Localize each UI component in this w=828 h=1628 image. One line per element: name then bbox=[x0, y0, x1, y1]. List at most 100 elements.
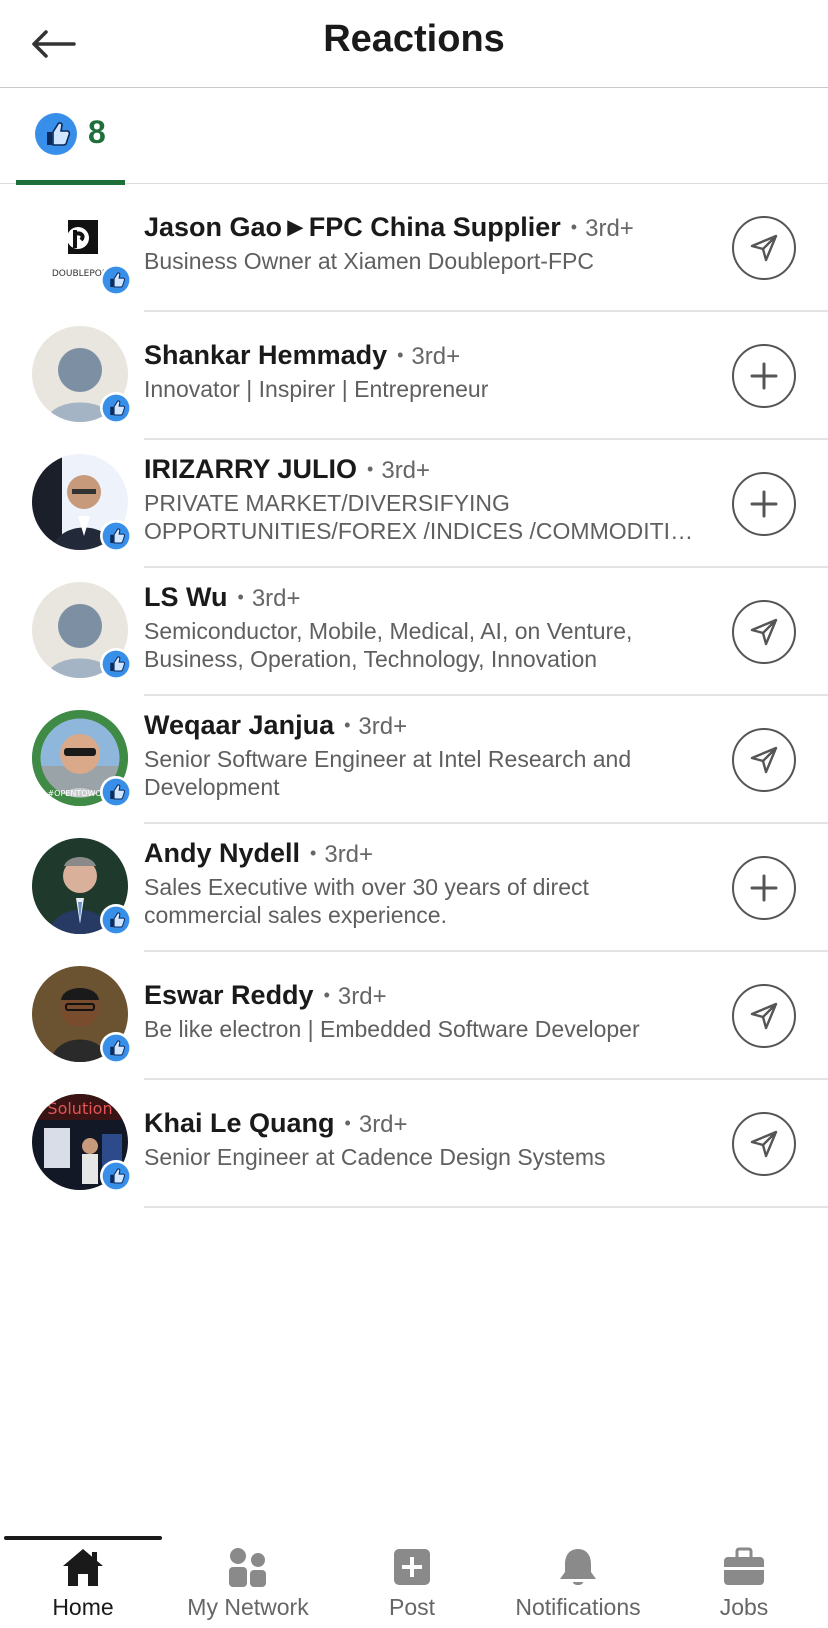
connect-button[interactable] bbox=[732, 856, 796, 920]
connection-degree: 3rd+ bbox=[324, 841, 374, 868]
send-icon bbox=[750, 1130, 778, 1158]
connection-degree: 3rd+ bbox=[337, 983, 387, 1010]
separator-dot: • bbox=[344, 1113, 351, 1133]
row-divider bbox=[144, 1206, 828, 1208]
reactor-headline-cont: OPPORTUNITIES/FOREX /INDICES /COMMODITIE… bbox=[144, 518, 698, 544]
reactor-info[interactable]: Jason Gao►FPC China Supplier • 3rd+ Busine… bbox=[144, 210, 698, 275]
nav-post[interactable]: Post bbox=[370, 1546, 454, 1628]
separator-dot: • bbox=[570, 217, 578, 237]
reactor-headline: Senior Engineer at Cadence Design System… bbox=[144, 1144, 606, 1170]
reactor-headline: Sales Executive with over 30 years of di… bbox=[144, 874, 589, 900]
reactor-name: Weqaar Janjua bbox=[144, 710, 335, 740]
reactor-headline: PRIVATE MARKET/DIVERSIFYING bbox=[144, 490, 510, 516]
connection-degree: 3rd+ bbox=[585, 215, 634, 242]
reactor-row[interactable]: Shankar Hemmady • 3rd+ Innovator | Inspire… bbox=[0, 312, 828, 440]
connection-degree: 3rd+ bbox=[251, 585, 301, 612]
nav-label: My Network bbox=[187, 1594, 309, 1620]
nav-jobs[interactable]: Jobs bbox=[704, 1546, 784, 1628]
send-icon bbox=[750, 746, 778, 774]
reactor-headline: Semiconductor, Mobile, Medical, AI, on V… bbox=[144, 618, 633, 644]
nav-my-network[interactable]: My Network bbox=[178, 1546, 318, 1628]
plus-icon bbox=[750, 490, 778, 518]
reactor-row[interactable]: DOUBLEPOR Jason Gao►FPC China Supplier • 3… bbox=[0, 184, 828, 312]
reactor-name: Khai Le Quang bbox=[144, 1108, 335, 1138]
reactor-info[interactable]: Khai Le Quang • 3rd+ Senior Engineer at Ca… bbox=[144, 1106, 698, 1171]
reactor-headline: Senior Software Engineer at Intel Resear… bbox=[144, 746, 632, 772]
connection-degree: 3rd+ bbox=[411, 343, 461, 370]
reactor-row[interactable]: Eswar Reddy • 3rd+ Be like electron | Embe… bbox=[0, 952, 828, 1080]
message-button[interactable] bbox=[732, 216, 796, 280]
reactor-name: IRIZARRY JULIO bbox=[144, 454, 358, 484]
plus-icon bbox=[750, 874, 778, 902]
separator-dot: • bbox=[344, 715, 351, 735]
reactor-headline: Business Owner at Xiamen Doubleport-FPC bbox=[144, 248, 594, 274]
reactor-info[interactable]: Shankar Hemmady • 3rd+ Innovator | Inspire… bbox=[144, 338, 698, 403]
reactor-headline: Innovator | Inspirer | Entrepreneur bbox=[144, 376, 489, 402]
banner-text: Solution bbox=[47, 1099, 112, 1118]
separator-dot: • bbox=[323, 985, 330, 1005]
home-icon bbox=[63, 1549, 103, 1586]
reactor-headline-cont: Business, Operation, Technology, Innovat… bbox=[144, 646, 598, 672]
separator-dot: • bbox=[397, 345, 404, 365]
like-count: 8 bbox=[88, 114, 106, 150]
like-badge-icon bbox=[100, 392, 132, 424]
reactor-headline-cont: commercial sales experience. bbox=[144, 902, 447, 928]
connect-button[interactable] bbox=[732, 472, 796, 536]
reactor-row[interactable]: Andy Nydell • 3rd+ Sales Executive with ov… bbox=[0, 824, 828, 952]
nav-label: Notifications bbox=[515, 1594, 641, 1620]
reactor-info[interactable]: IRIZARRY JULIO • 3rd+ PRIVATE MARKET/DIVER… bbox=[144, 452, 698, 545]
plus-icon bbox=[750, 362, 778, 390]
like-badge-icon bbox=[100, 1032, 132, 1064]
like-badge-icon bbox=[100, 264, 132, 296]
send-icon bbox=[750, 1002, 778, 1030]
like-badge-icon bbox=[100, 648, 132, 680]
reactor-row[interactable]: IRIZARRY JULIO • 3rd+ PRIVATE MARKET/DIVER… bbox=[0, 440, 828, 568]
message-button[interactable] bbox=[732, 728, 796, 792]
tab-like[interactable]: 8 bbox=[16, 88, 125, 185]
connect-button[interactable] bbox=[732, 344, 796, 408]
nav-home[interactable]: Home bbox=[44, 1546, 122, 1628]
reactor-row[interactable]: #OPENTOWORK Weqaar Janjua • 3rd+ Senior So… bbox=[0, 696, 828, 824]
reactions-page: Reactions 8 DOUBLEPOR Jason Gao►FPC Chin… bbox=[0, 0, 828, 1628]
briefcase-icon bbox=[724, 1547, 764, 1585]
reactor-name: Andy Nydell bbox=[144, 838, 301, 868]
reactor-info[interactable]: Eswar Reddy • 3rd+ Be like electron | Embe… bbox=[144, 978, 698, 1043]
reactor-name: LS Wu bbox=[144, 582, 228, 612]
reactor-name: Shankar Hemmady bbox=[144, 340, 388, 370]
like-badge-icon bbox=[100, 1160, 132, 1192]
reactor-headline-cont: Development bbox=[144, 774, 280, 800]
nav-notifications[interactable]: Notifications bbox=[498, 1546, 658, 1628]
send-icon bbox=[750, 234, 778, 262]
reactor-name: Jason Gao►FPC China Supplier bbox=[144, 212, 561, 242]
post-icon bbox=[394, 1549, 430, 1585]
separator-dot: • bbox=[310, 843, 317, 863]
active-nav-indicator bbox=[4, 1536, 162, 1540]
message-button[interactable] bbox=[732, 984, 796, 1048]
connection-degree: 3rd+ bbox=[358, 713, 408, 740]
network-icon bbox=[229, 1548, 266, 1587]
bell-icon bbox=[560, 1549, 596, 1585]
like-icon bbox=[34, 112, 78, 161]
bottom-nav: Home My Network Post Notifications Jobs bbox=[0, 1536, 828, 1628]
top-bar: Reactions bbox=[0, 0, 828, 88]
send-icon bbox=[750, 618, 778, 646]
reactor-row[interactable]: LS Wu • 3rd+ Semiconductor, Mobile, Medica… bbox=[0, 568, 828, 696]
separator-dot: • bbox=[237, 587, 244, 607]
reactor-info[interactable]: Andy Nydell • 3rd+ Sales Executive with ov… bbox=[144, 836, 698, 929]
separator-dot: • bbox=[367, 459, 374, 479]
nav-label: Post bbox=[388, 1594, 436, 1620]
reactor-row[interactable]: Solution Khai Le Quang • 3rd+ Senior Engin… bbox=[0, 1080, 828, 1208]
like-badge-icon bbox=[100, 520, 132, 552]
message-button[interactable] bbox=[732, 600, 796, 664]
connection-degree: 3rd+ bbox=[358, 1111, 408, 1138]
reaction-tabs: 8 bbox=[0, 88, 828, 185]
connection-degree: 3rd+ bbox=[381, 457, 431, 484]
reactor-list: DOUBLEPOR Jason Gao►FPC China Supplier • 3… bbox=[0, 184, 828, 1208]
reactor-info[interactable]: Weqaar Janjua • 3rd+ Senior Software Engin… bbox=[144, 708, 698, 801]
like-badge-icon bbox=[100, 904, 132, 936]
message-button[interactable] bbox=[732, 1112, 796, 1176]
page-title: Reactions bbox=[323, 18, 505, 60]
reactor-info[interactable]: LS Wu • 3rd+ Semiconductor, Mobile, Medica… bbox=[144, 580, 698, 673]
like-badge-icon bbox=[100, 776, 132, 808]
nav-label: Jobs bbox=[719, 1594, 769, 1620]
